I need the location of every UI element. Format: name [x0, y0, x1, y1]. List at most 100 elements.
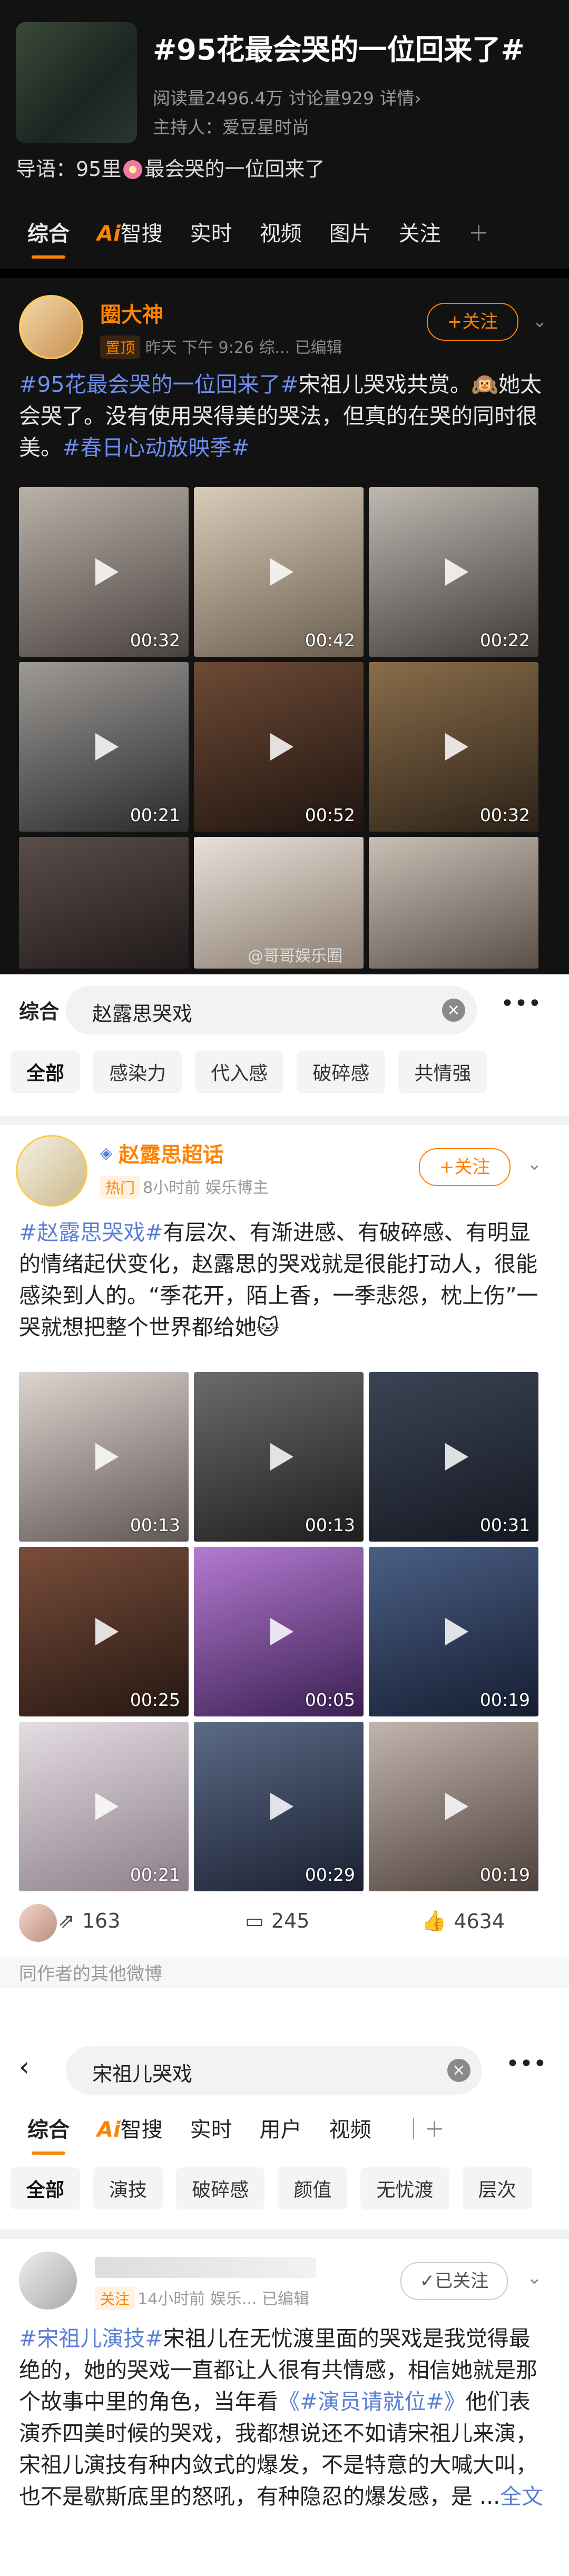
- chip-filter[interactable]: 感染力: [93, 1051, 182, 1093]
- chip-all[interactable]: 全部: [11, 1051, 81, 1093]
- like-button[interactable]: 👍 4634: [421, 1909, 505, 1933]
- flower-icon: [123, 160, 143, 179]
- avatar[interactable]: [19, 2252, 77, 2309]
- chip-filter[interactable]: 共情强: [398, 1051, 487, 1093]
- video-duration: 00:31: [479, 1515, 530, 1535]
- tab-comprehensive[interactable]: 综合: [27, 216, 70, 259]
- chip-filter[interactable]: 破碎感: [297, 1051, 386, 1093]
- video-thumbnail[interactable]: 00:13: [194, 1372, 364, 1542]
- video-thumbnail[interactable]: 00:22: [369, 487, 538, 657]
- video-thumbnail[interactable]: 00:42: [194, 487, 364, 657]
- search-panel-songzuer: ‹ 宋祖儿哭戏 × ••• 综合 Ai智搜 实时 用户 视频 ｜＋ 全部 演技 …: [0, 2036, 569, 2576]
- chip-filter[interactable]: 层次: [462, 2167, 532, 2209]
- post-username[interactable]: [95, 2257, 316, 2278]
- video-thumbnail[interactable]: [369, 837, 538, 969]
- post-time: 14小时前 娱乐... 已编辑: [138, 2290, 309, 2308]
- play-icon: [445, 1618, 468, 1645]
- post-time: 昨天 下午 9:26 综... 已编辑: [145, 339, 342, 357]
- tab-video[interactable]: 视频: [329, 2113, 371, 2143]
- video-duration: 00:21: [130, 805, 180, 825]
- video-thumbnail[interactable]: 00:52: [194, 662, 364, 832]
- hashtag[interactable]: #95花最会哭的一位回来了#: [19, 372, 299, 397]
- full-text-link[interactable]: 全文: [500, 2484, 543, 2509]
- tab-ai-search[interactable]: Ai智搜: [97, 216, 163, 247]
- tab-images[interactable]: 图片: [329, 216, 371, 247]
- video-thumbnail[interactable]: 00:25: [19, 1547, 189, 1716]
- filter-chips: 全部 感染力 代入感 破碎感 共情强: [11, 1051, 497, 1093]
- more-icon[interactable]: •••: [501, 990, 542, 1017]
- tab-video[interactable]: 视频: [260, 216, 302, 247]
- super-topic-icon: ◈: [100, 1144, 113, 1162]
- back-arrow-icon[interactable]: ‹: [19, 2051, 30, 2082]
- video-thumbnail[interactable]: 00:32: [19, 487, 189, 657]
- tab-comprehensive[interactable]: 综合: [19, 995, 59, 1024]
- video-thumbnail[interactable]: 00:19: [369, 1547, 538, 1716]
- avatar[interactable]: [19, 295, 83, 359]
- play-icon: [270, 733, 293, 761]
- video-duration: 00:19: [479, 1864, 530, 1885]
- more-icon[interactable]: •••: [506, 2050, 547, 2077]
- more-from-author[interactable]: 同作者的其他微博: [19, 1959, 162, 1985]
- video-duration: 00:25: [130, 1690, 180, 1710]
- topic-stats[interactable]: 阅读量2496.4万 讨论量929 详情›: [153, 84, 421, 110]
- play-icon: [445, 558, 468, 586]
- video-thumbnail[interactable]: 00:29: [194, 1722, 364, 1891]
- chip-filter[interactable]: 代入感: [195, 1051, 284, 1093]
- chip-filter[interactable]: 无忧渡: [360, 2167, 449, 2209]
- tab-follow[interactable]: 关注: [399, 216, 441, 247]
- video-thumbnail[interactable]: 00:05: [194, 1547, 364, 1716]
- topic-guide: 导语：95里 最会哭的一位回来了: [16, 153, 325, 182]
- add-tab-icon[interactable]: ｜＋: [403, 2113, 445, 2143]
- video-grid: 00:32 00:42 00:22 00:21 00:52 00:32: [19, 487, 538, 969]
- video-thumbnail[interactable]: 00:21: [19, 662, 189, 832]
- chip-filter[interactable]: 破碎感: [176, 2167, 265, 2209]
- chevron-down-icon[interactable]: ⌄: [532, 311, 547, 332]
- post-username[interactable]: 圈大神: [100, 298, 163, 328]
- search-input[interactable]: 宋祖儿哭戏 ×: [66, 2046, 482, 2095]
- video-duration: 00:19: [479, 1690, 530, 1710]
- avatar[interactable]: [16, 1135, 87, 1207]
- chevron-down-icon[interactable]: ⌄: [527, 1153, 542, 1175]
- hot-badge: 热门: [100, 1176, 141, 1199]
- tab-realtime[interactable]: 实时: [190, 216, 232, 247]
- video-thumbnail[interactable]: 00:19: [369, 1722, 538, 1891]
- chip-filter[interactable]: 演技: [93, 2167, 163, 2209]
- video-thumbnail[interactable]: 00:31: [369, 1372, 538, 1542]
- post-meta: 关注 14小时前 娱乐... 已编辑: [95, 2286, 309, 2310]
- comment-button[interactable]: ▭ 245: [245, 1909, 309, 1932]
- search-input[interactable]: 赵露思哭戏 ×: [66, 986, 477, 1034]
- hashtag[interactable]: #赵露思哭戏#: [19, 1220, 163, 1245]
- video-thumbnail[interactable]: 00:21: [19, 1722, 189, 1891]
- video-grid: 00:13 00:13 00:31 00:25 00:05 00:19 00:2…: [19, 1372, 538, 1891]
- topic-panel: #95花最会哭的一位回来了# 阅读量2496.4万 讨论量929 详情› 主持人…: [0, 0, 569, 1032]
- tab-users[interactable]: 用户: [260, 2113, 302, 2143]
- follow-button[interactable]: +关注: [427, 303, 518, 341]
- repost-button[interactable]: ⇗ 163: [58, 1909, 120, 1932]
- chip-all[interactable]: 全部: [11, 2167, 81, 2209]
- tab-ai-search[interactable]: Ai智搜: [97, 2113, 163, 2143]
- search-query: 赵露思哭戏: [92, 1002, 193, 1025]
- post-username[interactable]: 赵露思超话: [119, 1138, 224, 1168]
- hashtag[interactable]: #宋祖儿演技#: [19, 2326, 163, 2351]
- follow-button[interactable]: +关注: [419, 1148, 511, 1186]
- hashtag[interactable]: 《#演员请就位#》: [278, 2389, 466, 2414]
- tab-comprehensive[interactable]: 综合: [27, 2113, 70, 2155]
- add-tab-icon[interactable]: ＋: [468, 216, 489, 247]
- clear-icon[interactable]: ×: [442, 999, 465, 1022]
- hashtag[interactable]: #春日心动放映季#: [62, 435, 250, 460]
- post-text: #赵露思哭戏#有层次、有渐进感、有破碎感、有明显的情绪起伏变化，赵露思的哭戏就是…: [19, 1217, 551, 1343]
- video-duration: 00:32: [479, 805, 530, 825]
- post-meta: 热门 8小时前 娱乐博主: [100, 1175, 269, 1199]
- divider: [0, 269, 569, 278]
- chevron-down-icon[interactable]: ⌄: [527, 2267, 542, 2288]
- video-duration: 00:32: [130, 630, 180, 650]
- video-thumbnail[interactable]: 00:32: [369, 662, 538, 832]
- clear-icon[interactable]: ×: [447, 2059, 470, 2082]
- tab-realtime[interactable]: 实时: [190, 2113, 232, 2143]
- video-thumbnail[interactable]: 00:13: [19, 1372, 189, 1542]
- video-thumbnail[interactable]: [19, 837, 189, 969]
- avatar[interactable]: [19, 1904, 57, 1942]
- chip-filter[interactable]: 颜值: [278, 2167, 348, 2209]
- followed-button[interactable]: ✓已关注: [400, 2262, 508, 2300]
- play-icon: [95, 558, 119, 586]
